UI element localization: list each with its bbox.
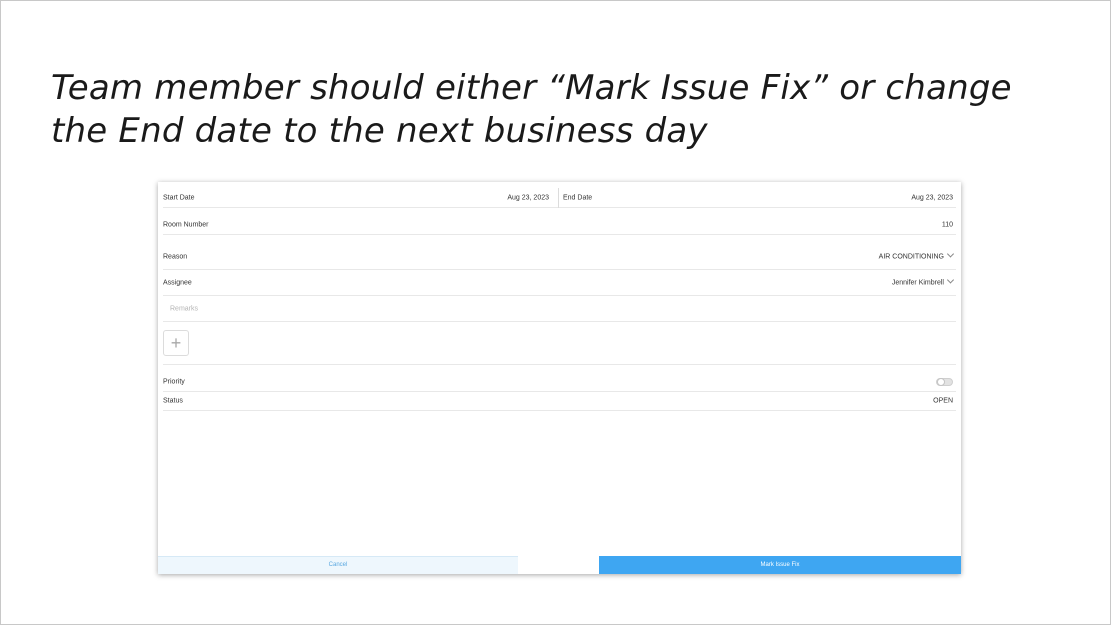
toggle-knob: [937, 378, 945, 386]
room-number-row[interactable]: Room Number 110: [163, 215, 956, 235]
issue-form-panel: Start Date Aug 23, 2023 End Date Aug 23,…: [158, 182, 961, 574]
assignee-select[interactable]: Assignee Jennifer Kimbrell: [163, 270, 956, 296]
chevron-down-icon: [946, 275, 955, 284]
add-attachment-button[interactable]: +: [163, 330, 189, 356]
cancel-button[interactable]: Cancel: [158, 556, 518, 574]
headline-line-1: Team member should either “Mark Issue Fi…: [51, 68, 1012, 108]
end-date-label: End Date: [563, 194, 593, 202]
start-date-label: Start Date: [163, 194, 195, 202]
slide-headline: Team member should either “Mark Issue Fi…: [51, 67, 1051, 153]
assignee-value: Jennifer Kimbrell: [891, 279, 944, 286]
room-number-label: Room Number: [163, 221, 209, 228]
assignee-value-wrap[interactable]: Jennifer Kimbrell: [891, 275, 955, 286]
status-value: OPEN: [933, 397, 953, 405]
remarks-field[interactable]: Remarks: [163, 296, 956, 322]
priority-toggle[interactable]: [936, 378, 953, 386]
remarks-placeholder: Remarks: [170, 305, 199, 312]
reason-select[interactable]: Reason AIR CONDITIONING: [163, 244, 956, 270]
mark-issue-fix-button[interactable]: Mark Issue Fix: [599, 556, 961, 574]
plus-icon: +: [170, 333, 182, 353]
start-date-field[interactable]: Start Date Aug 23, 2023: [163, 188, 552, 208]
end-date-field[interactable]: End Date Aug 23, 2023: [558, 188, 956, 208]
dates-row: Start Date Aug 23, 2023 End Date Aug 23,…: [163, 188, 956, 208]
room-number-value[interactable]: 110: [942, 221, 953, 228]
end-date-value[interactable]: Aug 23, 2023: [911, 195, 953, 202]
section-divider: [163, 364, 956, 365]
slide: Team member should either “Mark Issue Fi…: [0, 0, 1111, 625]
status-row: Status OPEN: [163, 392, 956, 411]
assignee-label: Assignee: [163, 279, 192, 286]
headline-line-2: the End date to the next business day: [51, 111, 708, 151]
chevron-down-icon: [946, 249, 955, 258]
status-label: Status: [163, 397, 183, 405]
priority-row: Priority: [163, 373, 956, 392]
reason-label: Reason: [163, 253, 188, 260]
start-date-value[interactable]: Aug 23, 2023: [507, 195, 549, 202]
priority-label: Priority: [163, 378, 185, 386]
reason-value-wrap[interactable]: AIR CONDITIONING: [878, 249, 955, 260]
reason-value: AIR CONDITIONING: [878, 253, 944, 260]
